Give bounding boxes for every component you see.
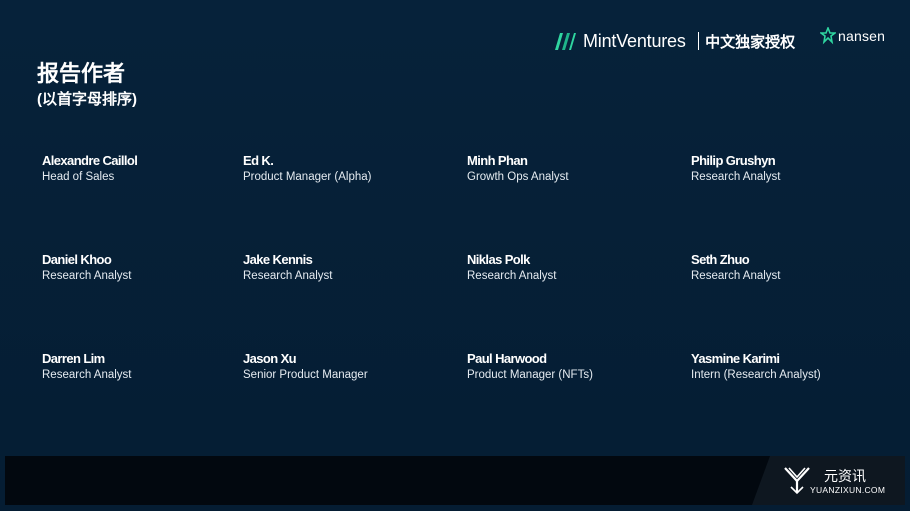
author-role: Intern (Research Analyst): [691, 369, 821, 381]
author-name: Yasmine Karimi: [691, 351, 780, 366]
author-name: Niklas Polk: [467, 252, 530, 267]
authors-grid: Alexandre Caillol Head of Sales Ed K. Pr…: [0, 0, 910, 511]
author-name: Jake Kennis: [243, 252, 313, 267]
author-role: Senior Product Manager: [243, 369, 368, 381]
author-role: Head of Sales: [42, 171, 115, 183]
author-card: Ed K. Product Manager (Alpha): [243, 153, 443, 183]
author-name: Jason Xu: [243, 351, 297, 366]
author-name: Daniel Khoo: [42, 252, 112, 267]
author-card: Jake Kennis Research Analyst: [243, 252, 443, 282]
author-name: Alexandre Caillol: [42, 153, 138, 168]
author-name: Minh Phan: [467, 153, 528, 168]
author-card: Daniel Khoo Research Analyst: [42, 252, 242, 282]
yuanzixun-logo-icon: [784, 467, 810, 495]
author-role: Growth Ops Analyst: [467, 171, 569, 183]
author-role: Research Analyst: [42, 369, 132, 381]
author-name: Paul Harwood: [467, 351, 547, 366]
author-name: Seth Zhuo: [691, 252, 750, 267]
author-role: Research Analyst: [42, 270, 132, 282]
author-card: Minh Phan Growth Ops Analyst: [467, 153, 667, 183]
author-name: Ed K.: [243, 153, 274, 168]
author-card: Seth Zhuo Research Analyst: [691, 252, 891, 282]
author-card: Jason Xu Senior Product Manager: [243, 351, 443, 381]
author-role: Product Manager (Alpha): [243, 171, 372, 183]
author-card: Alexandre Caillol Head of Sales: [42, 153, 242, 183]
slide: MintVentures 中文独家授权 nansen 报告作者 (以首字母排序)…: [0, 0, 910, 511]
author-role: Research Analyst: [691, 171, 781, 183]
footer-brand-en: YUANZIXUN.COM: [810, 485, 886, 495]
author-role: Research Analyst: [467, 270, 557, 282]
author-role: Research Analyst: [243, 270, 333, 282]
author-role: Research Analyst: [691, 270, 781, 282]
author-card: Niklas Polk Research Analyst: [467, 252, 667, 282]
author-card: Darren Lim Research Analyst: [42, 351, 242, 381]
author-name: Darren Lim: [42, 351, 105, 366]
author-card: Philip Grushyn Research Analyst: [691, 153, 891, 183]
author-role: Product Manager (NFTs): [467, 369, 593, 381]
footer-brand-cn: 元资讯: [824, 468, 866, 484]
author-name: Philip Grushyn: [691, 153, 776, 168]
author-card: Paul Harwood Product Manager (NFTs): [467, 351, 667, 381]
author-card: Yasmine Karimi Intern (Research Analyst): [691, 351, 891, 381]
